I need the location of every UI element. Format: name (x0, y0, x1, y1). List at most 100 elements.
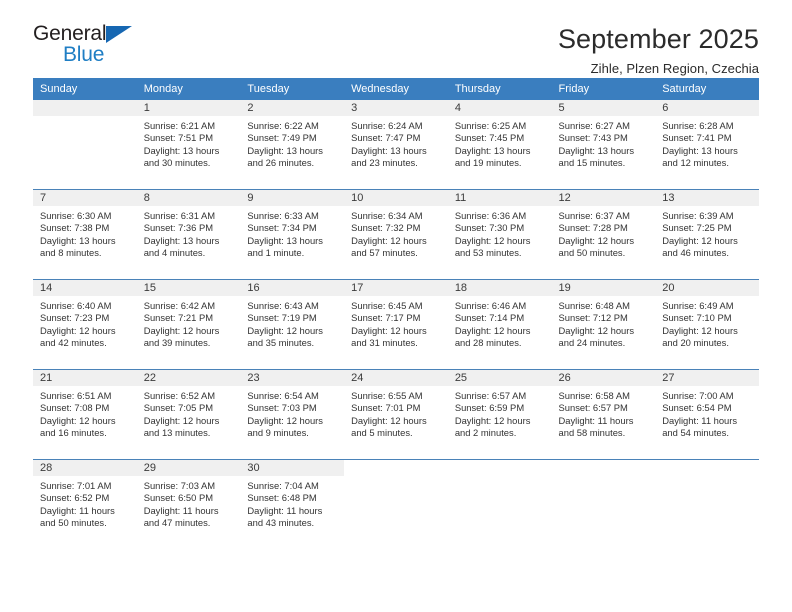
day-cell[interactable]: 7 Sunrise: 6:30 AM Sunset: 7:38 PM Daylight… (33, 190, 137, 279)
daylight-text-line2: and 50 minutes. (558, 246, 626, 258)
day-cell[interactable]: 22 Sunrise: 6:52 AM Sunset: 7:05 PM Dayligh… (136, 370, 241, 459)
calendar-cell: 1 Sunrise: 6:21 AM Sunset: 7:51 PM Daylight… (136, 100, 241, 190)
day-number: 15 (136, 280, 241, 296)
day-sun-info: Sunrise: 6:52 AM Sunset: 7:05 PM Daylight:… (137, 386, 241, 439)
daylight-text-line1: Daylight: 13 hours (143, 234, 220, 246)
daylight-text-line1: Daylight: 11 hours (143, 504, 219, 516)
calendar-cell (551, 459, 656, 549)
day-cell[interactable]: 3 Sunrise: 6:24 AM Sunset: 7:47 PM Daylight… (344, 100, 448, 189)
day-cell[interactable]: 24 Sunrise: 6:55 AM Sunset: 7:01 PM Dayligh… (344, 370, 448, 459)
daylight-text-line1: Daylight: 12 hours (558, 324, 635, 336)
sunset-text: Sunset: 6:50 PM (143, 492, 214, 504)
day-cell[interactable]: 5 Sunrise: 6:27 AM Sunset: 7:43 PM Daylight… (551, 100, 656, 189)
sunrise-text: Sunrise: 6:42 AM (143, 300, 216, 311)
daylight-text-line1: Daylight: 12 hours (454, 414, 531, 426)
empty-day-cell (344, 460, 448, 549)
day-cell[interactable]: 14 Sunrise: 6:40 AM Sunset: 7:23 PM Dayligh… (33, 280, 137, 369)
calendar-cell: 7 Sunrise: 6:30 AM Sunset: 7:38 PM Daylight… (33, 189, 137, 280)
weekday-header-sunday: Sunday (33, 78, 137, 100)
sunset-text: Sunset: 7:17 PM (351, 312, 421, 324)
day-number: 11 (447, 190, 552, 206)
day-sun-info: Sunrise: 6:30 AM Sunset: 7:38 PM Daylight:… (33, 206, 137, 259)
day-cell[interactable]: 28 Sunrise: 7:01 AM Sunset: 6:52 PM Dayligh… (33, 460, 137, 549)
sunrise-text: Sunrise: 6:40 AM (40, 300, 112, 311)
daylight-text-line2: and 13 minutes. (143, 426, 211, 438)
day-cell[interactable]: 8 Sunrise: 6:31 AM Sunset: 7:36 PM Daylight… (136, 190, 241, 279)
daylight-text-line2: and 15 minutes. (558, 156, 626, 168)
daylight-text-line2: and 23 minutes. (351, 156, 418, 168)
day-sun-info: Sunrise: 6:58 AM Sunset: 6:57 PM Daylight:… (552, 386, 656, 439)
calendar-cell (33, 100, 137, 190)
day-cell[interactable]: 4 Sunrise: 6:25 AM Sunset: 7:45 PM Daylight… (447, 100, 552, 189)
sunrise-text: Sunrise: 6:43 AM (247, 300, 319, 311)
sunrise-text: Sunrise: 6:33 AM (247, 210, 319, 221)
day-cell[interactable]: 23 Sunrise: 6:54 AM Sunset: 7:03 PM Dayligh… (240, 370, 345, 459)
calendar-cell: 27 Sunrise: 7:00 AM Sunset: 6:54 PM Dayligh… (655, 369, 759, 460)
day-cell[interactable]: 12 Sunrise: 6:37 AM Sunset: 7:28 PM Dayligh… (551, 190, 656, 279)
day-sun-info: Sunrise: 6:37 AM Sunset: 7:28 PM Daylight:… (552, 206, 656, 259)
day-cell[interactable]: 30 Sunrise: 7:04 AM Sunset: 6:48 PM Dayligh… (240, 460, 345, 549)
calendar-cell: 21 Sunrise: 6:51 AM Sunset: 7:08 PM Dayligh… (33, 369, 137, 460)
day-number: 2 (240, 100, 345, 116)
day-number: 9 (240, 190, 345, 206)
day-cell[interactable]: 11 Sunrise: 6:36 AM Sunset: 7:30 PM Dayligh… (447, 190, 552, 279)
sunrise-text: Sunrise: 6:22 AM (247, 120, 319, 131)
day-cell[interactable]: 19 Sunrise: 6:48 AM Sunset: 7:12 PM Dayligh… (551, 280, 656, 369)
day-cell[interactable]: 16 Sunrise: 6:43 AM Sunset: 7:19 PM Dayligh… (240, 280, 345, 369)
day-cell[interactable]: 13 Sunrise: 6:39 AM Sunset: 7:25 PM Dayligh… (655, 190, 759, 279)
general-blue-logo[interactable]: General Blue (33, 22, 153, 70)
day-cell[interactable]: 21 Sunrise: 6:51 AM Sunset: 7:08 PM Dayligh… (33, 370, 137, 459)
day-sun-info: Sunrise: 6:55 AM Sunset: 7:01 PM Daylight:… (344, 386, 448, 439)
daylight-text-line2: and 54 minutes. (662, 426, 729, 438)
day-cell[interactable]: 15 Sunrise: 6:42 AM Sunset: 7:21 PM Dayligh… (136, 280, 241, 369)
day-number: 27 (655, 370, 759, 386)
calendar-week-row: 28 Sunrise: 7:01 AM Sunset: 6:52 PM Dayligh… (33, 459, 759, 549)
calendar-cell: 10 Sunrise: 6:34 AM Sunset: 7:32 PM Dayligh… (344, 189, 448, 280)
calendar-cell: 24 Sunrise: 6:55 AM Sunset: 7:01 PM Dayligh… (344, 369, 448, 460)
day-cell[interactable]: 25 Sunrise: 6:57 AM Sunset: 6:59 PM Dayligh… (447, 370, 552, 459)
sunrise-text: Sunrise: 6:30 AM (40, 210, 112, 221)
day-cell[interactable]: 9 Sunrise: 6:33 AM Sunset: 7:34 PM Daylight… (240, 190, 345, 279)
page-header: General Blue September 2025 Zihle, Plzen… (0, 0, 792, 78)
daylight-text-line2: and 39 minutes. (143, 336, 211, 348)
day-cell[interactable]: 1 Sunrise: 6:21 AM Sunset: 7:51 PM Daylight… (136, 100, 241, 189)
day-cell[interactable]: 6 Sunrise: 6:28 AM Sunset: 7:41 PM Daylight… (655, 100, 759, 189)
daylight-text-line2: and 46 minutes. (662, 246, 729, 258)
day-cell[interactable]: 18 Sunrise: 6:46 AM Sunset: 7:14 PM Dayligh… (447, 280, 552, 369)
calendar-cell: 18 Sunrise: 6:46 AM Sunset: 7:14 PM Dayligh… (447, 279, 552, 370)
calendar-cell: 20 Sunrise: 6:49 AM Sunset: 7:10 PM Dayligh… (655, 279, 759, 370)
day-number: 30 (240, 460, 345, 476)
day-number: 19 (551, 280, 656, 296)
day-cell[interactable]: 17 Sunrise: 6:45 AM Sunset: 7:17 PM Dayligh… (344, 280, 448, 369)
sunrise-text: Sunrise: 6:37 AM (558, 210, 630, 221)
calendar-cell: 19 Sunrise: 6:48 AM Sunset: 7:12 PM Dayligh… (551, 279, 656, 370)
day-sun-info: Sunrise: 6:48 AM Sunset: 7:12 PM Daylight:… (552, 296, 656, 349)
daylight-text-line1: Daylight: 12 hours (40, 324, 116, 336)
daylight-text-line1: Daylight: 12 hours (454, 324, 531, 336)
day-sun-info: Sunrise: 6:31 AM Sunset: 7:36 PM Daylight:… (137, 206, 241, 259)
sunrise-text: Sunrise: 6:39 AM (662, 210, 734, 221)
daylight-text-line2: and 8 minutes. (40, 246, 102, 258)
daylight-text-line2: and 5 minutes. (351, 426, 413, 438)
logo-triangle-icon (106, 26, 132, 43)
sunrise-text: Sunrise: 6:21 AM (143, 120, 216, 131)
day-sun-info: Sunrise: 6:28 AM Sunset: 7:41 PM Daylight:… (655, 116, 759, 169)
weekday-header-wednesday: Wednesday (344, 78, 448, 100)
day-cell[interactable]: 10 Sunrise: 6:34 AM Sunset: 7:32 PM Dayligh… (344, 190, 448, 279)
daylight-text-line1: Daylight: 12 hours (351, 234, 427, 246)
day-cell[interactable]: 29 Sunrise: 7:03 AM Sunset: 6:50 PM Dayligh… (136, 460, 241, 549)
calendar-cell: 3 Sunrise: 6:24 AM Sunset: 7:47 PM Daylight… (344, 100, 448, 190)
sunrise-text: Sunrise: 6:25 AM (454, 120, 527, 131)
empty-day-cell (551, 460, 656, 549)
day-cell[interactable]: 26 Sunrise: 6:58 AM Sunset: 6:57 PM Dayligh… (551, 370, 656, 459)
empty-day-cell (33, 100, 137, 189)
day-cell[interactable]: 2 Sunrise: 6:22 AM Sunset: 7:49 PM Daylight… (240, 100, 345, 189)
day-cell[interactable]: 27 Sunrise: 7:00 AM Sunset: 6:54 PM Dayligh… (655, 370, 759, 459)
day-number: 23 (240, 370, 345, 386)
day-cell[interactable]: 20 Sunrise: 6:49 AM Sunset: 7:10 PM Dayligh… (655, 280, 759, 369)
sunrise-text: Sunrise: 6:36 AM (454, 210, 527, 221)
day-number: 18 (447, 280, 552, 296)
daylight-text-line2: and 42 minutes. (40, 336, 107, 348)
sunrise-text: Sunrise: 6:55 AM (351, 390, 423, 401)
day-sun-info: Sunrise: 6:33 AM Sunset: 7:34 PM Daylight:… (240, 206, 344, 259)
